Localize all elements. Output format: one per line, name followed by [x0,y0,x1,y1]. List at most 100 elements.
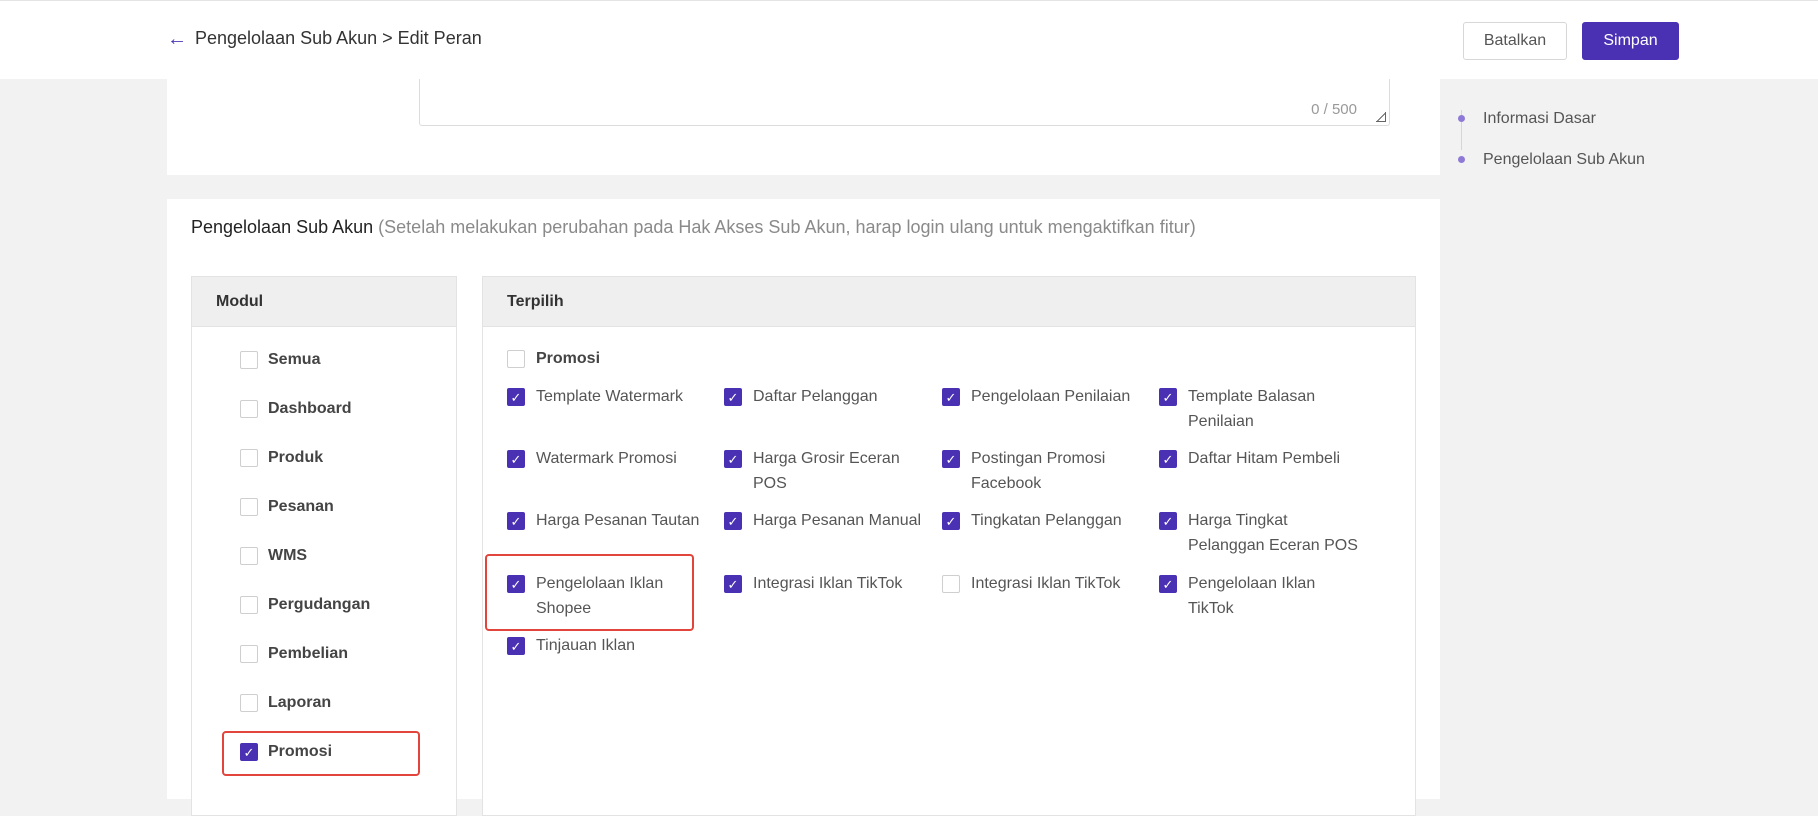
checkbox[interactable] [240,694,258,712]
permission-item[interactable]: ✓ Harga Grosir Eceran POS [724,446,924,496]
module-item-produk[interactable]: Produk [240,449,323,467]
selected-panel: Terpilih Promosi ✓ Template Watermark ✓ … [482,276,1416,816]
checkbox[interactable] [240,449,258,467]
module-label: Pergudangan [268,596,371,613]
nav-item-basic-info[interactable]: Informasi Dasar [1452,98,1645,139]
permission-item[interactable]: ✓ Daftar Hitam Pembeli [1159,446,1359,471]
module-label: WMS [268,547,308,564]
module-label: Dashboard [268,400,352,417]
nav-item-label: Pengelolaan Sub Akun [1483,150,1645,168]
permission-label: Pengelolaan Iklan TikTok [1188,575,1316,617]
module-item-laporan[interactable]: Laporan [240,694,331,712]
permission-label: Integrasi Iklan TikTok [753,575,903,592]
permission-label: Postingan Promosi Facebook [971,450,1106,492]
permission-item[interactable]: ✓ Template Balasan Penilaian [1159,384,1359,434]
description-textarea[interactable]: 0 / 500 [419,79,1390,126]
module-item-semua[interactable]: Semua [240,351,320,369]
checkbox-checked[interactable]: ✓ [507,512,525,530]
basic-info-card: 0 / 500 [167,79,1440,175]
highlight-box [485,554,694,631]
permission-label: Pengelolaan Penilaian [971,388,1131,405]
sub-account-permissions-card: Pengelolaan Sub Akun (Setelah melakukan … [167,199,1440,816]
module-item-pembelian[interactable]: Pembelian [240,645,348,663]
save-button[interactable]: Simpan [1582,22,1679,60]
permission-label: Integrasi Iklan TikTok [971,575,1121,592]
module-item-dashboard[interactable]: Dashboard [240,400,352,418]
checkbox-checked[interactable]: ✓ [1159,575,1177,593]
permission-item[interactable]: ✓ Postingan Promosi Facebook [942,446,1142,496]
permission-label: Daftar Hitam Pembeli [1188,450,1341,467]
breadcrumb: ← Pengelolaan Sub Akun > Edit Peran [167,28,482,49]
section-note: (Setelah melakukan perubahan pada Hak Ak… [378,217,1196,237]
permission-item[interactable]: ✓ Tingkatan Pelanggan [942,508,1142,533]
checkbox[interactable] [240,498,258,516]
permission-item[interactable]: ✓ Pengelolaan Iklan TikTok [1159,571,1359,621]
checkbox[interactable] [507,350,525,368]
checkbox-checked[interactable]: ✓ [507,388,525,406]
resize-handle-icon[interactable] [1376,112,1386,122]
back-arrow-icon[interactable]: ← [167,29,187,49]
permission-item[interactable]: ✓ Daftar Pelanggan [724,384,924,409]
module-item-wms[interactable]: WMS [240,547,307,565]
permission-item[interactable]: ✓ Pengelolaan Penilaian [942,384,1142,409]
module-item-pesanan[interactable]: Pesanan [240,498,334,516]
permission-label: Template Watermark [536,388,683,405]
checkbox[interactable] [240,547,258,565]
checkbox-checked[interactable]: ✓ [1159,450,1177,468]
checkbox-checked[interactable]: ✓ [507,637,525,655]
permission-item[interactable]: ✓ Template Watermark [507,384,707,409]
group-item-promosi[interactable]: Promosi [507,346,707,371]
checkbox-checked[interactable]: ✓ [724,512,742,530]
permission-item[interactable]: ✓ Tinjauan Iklan [507,633,707,658]
module-label: Laporan [268,694,332,711]
module-item-pergudangan[interactable]: Pergudangan [240,596,370,614]
module-label: Pesanan [268,498,334,515]
checkbox-checked[interactable]: ✓ [942,512,960,530]
permission-label: Harga Tingkat Pelanggan Eceran POS [1188,512,1358,554]
permission-label: Watermark Promosi [536,450,677,467]
permission-item[interactable]: ✓ Harga Pesanan Tautan [507,508,707,533]
checkbox-checked[interactable]: ✓ [724,388,742,406]
dot-icon [1458,156,1465,163]
checkbox-checked[interactable]: ✓ [507,450,525,468]
module-label: Produk [268,449,324,466]
checkbox[interactable] [240,400,258,418]
selected-panel-header: Terpilih [483,277,1415,327]
permission-item[interactable]: ✓ Harga Pesanan Manual [724,508,924,533]
permission-label: Harga Pesanan Tautan [536,512,700,529]
checkbox-checked[interactable]: ✓ [724,575,742,593]
module-label: Pembelian [268,645,349,662]
permission-label: Template Balasan Penilaian [1188,388,1316,430]
dot-icon [1458,115,1465,122]
modules-panel: Modul Semua Dashboard Produk Pesanan WMS… [191,276,457,816]
checkbox-checked[interactable]: ✓ [1159,512,1177,530]
checkbox[interactable] [942,575,960,593]
permission-label: Harga Grosir Eceran POS [753,450,900,492]
checkbox[interactable] [240,351,258,369]
section-title: Pengelolaan Sub Akun (Setelah melakukan … [191,217,1196,238]
group-label: Promosi [536,350,601,367]
top-bar: ← Pengelolaan Sub Akun > Edit Peran Bata… [0,0,1818,79]
checkbox-checked[interactable]: ✓ [942,450,960,468]
highlight-box [222,731,420,776]
breadcrumb-text: Pengelolaan Sub Akun > Edit Peran [195,28,482,48]
checkbox[interactable] [240,645,258,663]
checkbox-checked[interactable]: ✓ [942,388,960,406]
permission-item[interactable]: ✓ Harga Tingkat Pelanggan Eceran POS [1159,508,1359,558]
char-counter: 0 / 500 [1311,101,1357,118]
checkbox[interactable] [240,596,258,614]
checkbox-checked[interactable]: ✓ [724,450,742,468]
nav-item-sub-account[interactable]: Pengelolaan Sub Akun [1452,139,1645,180]
checkbox-checked[interactable]: ✓ [1159,388,1177,406]
anchor-nav: Informasi Dasar Pengelolaan Sub Akun [1452,98,1645,180]
permission-label: Tinjauan Iklan [536,637,636,654]
module-label: Semua [268,351,321,368]
permission-label: Daftar Pelanggan [753,388,878,405]
cancel-button[interactable]: Batalkan [1463,22,1567,60]
modules-panel-header: Modul [192,277,456,327]
nav-item-label: Informasi Dasar [1483,109,1596,127]
permission-label: Harga Pesanan Manual [753,512,922,529]
permission-item[interactable]: Integrasi Iklan TikTok [942,571,1142,596]
permission-item[interactable]: ✓ Watermark Promosi [507,446,707,471]
permission-item[interactable]: ✓ Integrasi Iklan TikTok [724,571,924,596]
